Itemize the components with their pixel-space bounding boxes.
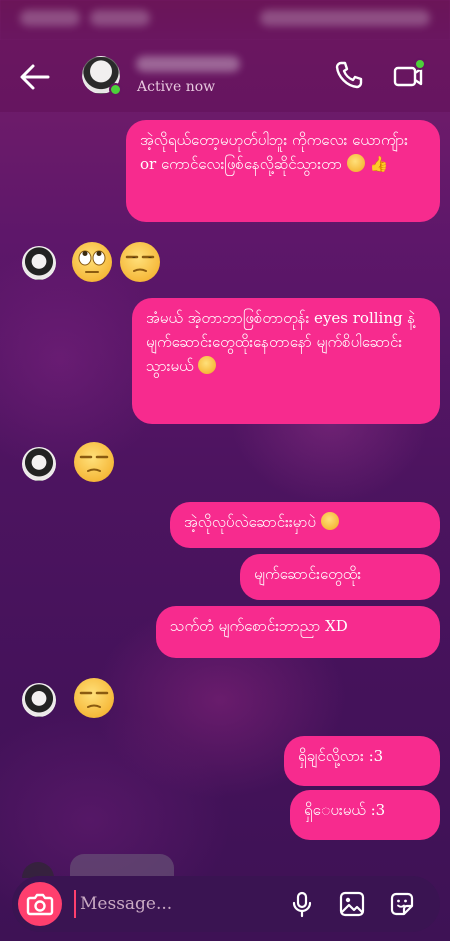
phone-icon	[335, 61, 363, 89]
contact-name-redacted[interactable]	[136, 56, 240, 72]
sent-message[interactable]: ရှိေပးမယ် :3	[290, 790, 440, 840]
sent-message[interactable]: အဲ့လိုလုပ်လဲဆောင်းးမှာပဲ	[170, 502, 440, 548]
video-call-button[interactable]	[392, 58, 426, 92]
contact-avatar-small[interactable]	[22, 683, 56, 717]
microphone-icon	[292, 891, 312, 918]
sticker-button[interactable]	[388, 890, 416, 918]
contact-avatar-small[interactable]	[22, 447, 56, 481]
video-active-indicator	[414, 58, 426, 70]
message-text: အံမယ် အဲ့တာဘာဖြစ်တာတုန်း eyes rolling နဲ…	[146, 309, 416, 375]
camera-button[interactable]	[18, 882, 62, 926]
kissing-emoji	[320, 512, 339, 530]
sent-message[interactable]: ရှိချင်လို့လား :3	[284, 736, 440, 786]
microphone-button[interactable]	[288, 890, 316, 918]
message-text: ရှိချင်လို့လား :3	[298, 747, 384, 765]
eye-roll-emoji-icon	[72, 242, 112, 282]
message-text: အဲ့လိုလုပ်လဲဆောင်းးမှာပဲ	[184, 513, 316, 531]
back-button[interactable]	[18, 62, 52, 92]
voice-call-button[interactable]	[334, 60, 364, 90]
camera-icon	[26, 893, 54, 916]
gallery-button[interactable]	[338, 890, 366, 918]
back-arrow-icon	[20, 64, 50, 90]
unamused-emoji-icon	[74, 442, 114, 482]
message-text: ရှိေပးမယ် :3	[304, 801, 386, 819]
status-bar	[0, 0, 450, 40]
contact-avatar[interactable]	[82, 56, 122, 96]
kissing-emoji	[346, 154, 365, 172]
message-text: သက်တံ မျက်စောင်းဘာညာ XD	[170, 617, 348, 635]
message-input[interactable]	[74, 890, 274, 918]
thumbs-up-icon: 👍	[369, 155, 389, 173]
message-text: အဲ့လိုရယ်တော့မဟုတ်ပါဘူး ကိုကလေး ယောကျ်ား…	[140, 131, 408, 173]
sticker-icon	[390, 892, 414, 916]
chat-header: Active now	[0, 40, 450, 112]
contact-avatar-small[interactable]	[22, 246, 56, 280]
online-indicator	[109, 83, 122, 96]
status-icons-blur	[260, 10, 430, 26]
sent-message[interactable]: အဲ့လိုရယ်တော့မဟုတ်ပါဘူး ကိုကလေး ယောကျ်ား…	[126, 120, 440, 222]
sent-message[interactable]: သက်တံ မျက်စောင်းဘာညာ XD	[156, 606, 440, 658]
unamused-emoji-icon	[74, 678, 114, 718]
unamused-emoji-icon	[120, 242, 160, 282]
message-composer	[12, 876, 440, 932]
status-time-blur	[20, 10, 80, 26]
sent-message[interactable]: မျက်ဆောင်းတွေထိုး	[240, 554, 440, 600]
kissing-emoji	[198, 356, 217, 374]
image-gallery-icon	[339, 891, 365, 917]
received-message-partial	[70, 854, 174, 878]
sent-message[interactable]: အံမယ် အဲ့တာဘာဖြစ်တာတုန်း eyes rolling နဲ…	[132, 298, 440, 424]
message-text: မျက်ဆောင်းတွေထိုး	[254, 565, 362, 583]
active-status: Active now	[137, 79, 216, 95]
status-info-blur	[90, 10, 150, 26]
